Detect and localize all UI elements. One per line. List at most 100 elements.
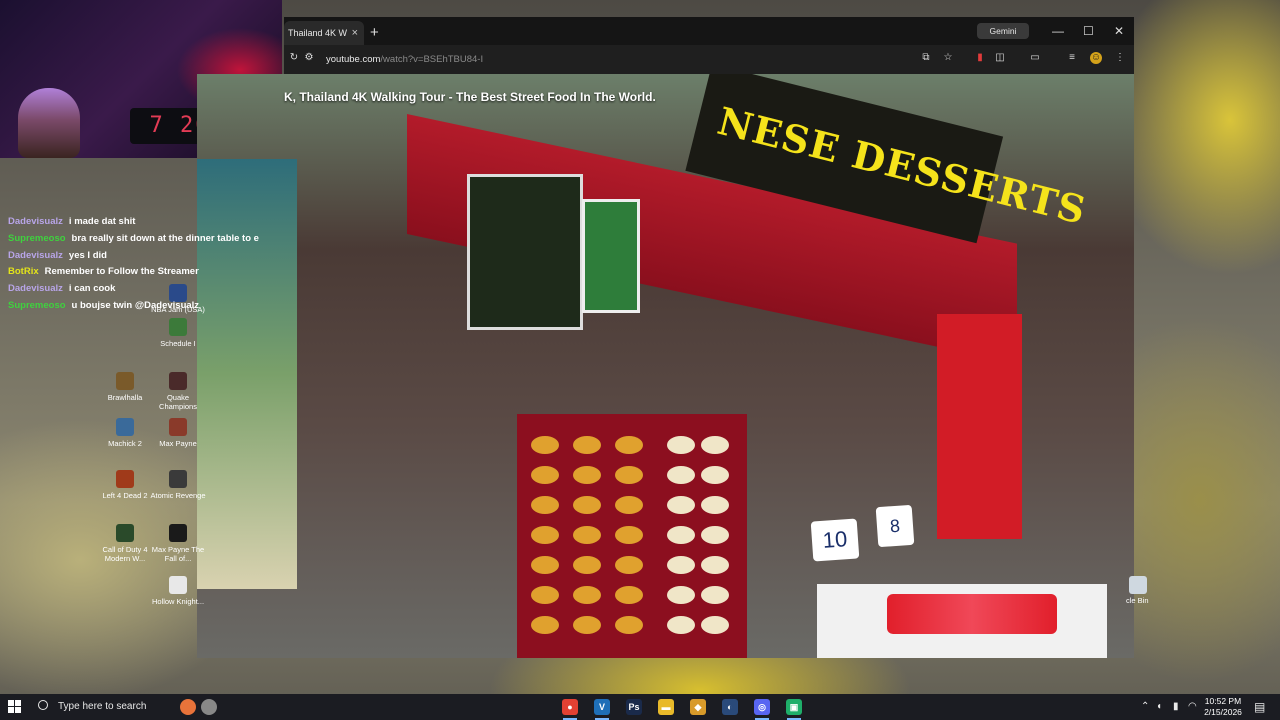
menu-food-photo — [701, 496, 729, 514]
chat-username[interactable]: Dadevisualz — [8, 283, 63, 294]
streamer-face — [18, 88, 80, 158]
desktop-icon[interactable]: Quake Champions — [150, 372, 206, 411]
desktop-app-icon — [169, 470, 187, 488]
chat-username[interactable]: Supremeoso — [8, 233, 66, 244]
chat-text: yes I did — [68, 249, 107, 261]
maximize-icon[interactable]: ☐ — [1083, 23, 1094, 39]
obs-taskbar-icon[interactable]: ▣ — [786, 699, 802, 715]
desktop-icon[interactable]: Max Payne The Fall of... — [150, 524, 206, 563]
bookmark-star-icon[interactable]: ☆ — [942, 52, 954, 64]
recycle-bin-label[interactable]: cle Bin — [1126, 596, 1149, 605]
notifications-icon[interactable]: ▤ — [1254, 701, 1265, 713]
url-domain: youtube.com — [326, 54, 381, 65]
desktop-icon[interactable]: Schedule I — [150, 318, 206, 348]
menu-food-photo — [667, 556, 695, 574]
sidepanel-icon[interactable]: ▭ — [1029, 52, 1041, 64]
chat-message: Dadevisualz i can cook — [8, 281, 298, 298]
new-tab-button[interactable]: + — [370, 21, 379, 45]
desktop-app-icon — [116, 372, 134, 390]
network-icon[interactable]: ◠ — [1188, 701, 1197, 713]
desktop-icon[interactable]: Hollow Knight... — [150, 576, 206, 606]
tab-bar: Thailand 4K W × + Gemini — ☐ ✕ — [284, 17, 1134, 45]
desktop-app-icon — [116, 418, 134, 436]
search-placeholder: Type here to search — [58, 701, 147, 712]
search-icon — [38, 700, 48, 710]
photoshop-taskbar-icon[interactable]: Ps — [626, 699, 642, 715]
desktop-icon[interactable]: Call of Duty 4 Modern W... — [97, 524, 153, 563]
tab-youtube[interactable]: Thailand 4K W × — [284, 21, 364, 45]
video-player[interactable]: NESE DESSERTS 10 8 K, Thailand 4K Walkin… — [197, 74, 1134, 658]
site-info-icon[interactable]: ⚙ — [304, 52, 314, 64]
tray-date: 2/15/2026 — [1204, 707, 1242, 717]
desktop-icon[interactable]: Max Payne — [150, 418, 206, 448]
taskbar-tool-icon[interactable] — [201, 699, 217, 715]
cortana-icon[interactable] — [180, 699, 196, 715]
tab-close-icon[interactable]: × — [352, 21, 358, 45]
media-icon[interactable]: ≡ — [1066, 52, 1078, 64]
desktop-icon[interactable] — [1110, 576, 1166, 597]
menu-food-photo — [615, 526, 643, 544]
menu-food-photo — [573, 526, 601, 544]
chrome-taskbar-icon[interactable]: ● — [562, 699, 578, 715]
discord-taskbar-icon[interactable]: ◎ — [754, 699, 770, 715]
url-text[interactable]: youtube.com/watch?v=BSEhTBU84-I — [326, 51, 483, 68]
menu-food-photo — [615, 556, 643, 574]
extension-icon[interactable]: ▮ — [974, 52, 986, 64]
files-taskbar-icon[interactable]: ▬ — [658, 699, 674, 715]
windows-start-icon[interactable] — [8, 700, 22, 714]
menu-food-photo — [615, 616, 643, 634]
gemini-button[interactable]: Gemini — [977, 23, 1029, 39]
menu-food-photo — [573, 466, 601, 484]
video-title: K, Thailand 4K Walking Tour - The Best S… — [284, 90, 656, 104]
desktop-icon-label: Schedule I — [160, 339, 196, 348]
menu-food-photo — [573, 616, 601, 634]
desktop-icon[interactable]: Brawlhalla — [97, 372, 153, 402]
chat-message: Dadevisualz i made dat shit — [8, 214, 298, 231]
menu-food-photo — [667, 436, 695, 454]
stream-chat: Dadevisualz i made dat shit Supremeoso bra … — [8, 214, 298, 315]
taskbar-search[interactable]: Type here to search — [38, 698, 146, 716]
steam-taskbar-icon[interactable]: ◐ — [722, 699, 738, 715]
close-window-icon[interactable]: ✕ — [1114, 23, 1124, 39]
chat-text: Remember to Follow the Streamer — [44, 266, 199, 278]
chat-username[interactable]: BotRix — [8, 266, 39, 277]
chat-text: bra really sit down at the dinner table … — [71, 232, 259, 244]
chat-username[interactable]: Supremeoso — [8, 300, 66, 311]
desktop-icon[interactable]: Atomic Revenge — [150, 470, 206, 500]
extensions-puzzle-icon[interactable]: ◫ — [994, 52, 1006, 64]
tray-clock[interactable]: 10:52 PM 2/15/2026 — [1200, 696, 1246, 718]
shield-taskbar-icon[interactable]: ◆ — [690, 699, 706, 715]
chat-username[interactable]: Dadevisualz — [8, 250, 63, 261]
menu-food-photo — [615, 466, 643, 484]
menu-kebab-icon[interactable]: ⋮ — [1114, 52, 1126, 64]
desktop-icon-label: Max Payne — [159, 439, 197, 448]
url-path: /watch?v=BSEhTBU84-I — [380, 54, 484, 65]
desktop-icon[interactable]: Machick 2 — [97, 418, 153, 448]
reload-icon[interactable]: ↻ — [288, 52, 300, 64]
menu-food-photo — [667, 616, 695, 634]
profile-avatar-icon[interactable]: ☺ — [1090, 52, 1102, 64]
menu-food-photo — [701, 556, 729, 574]
menu-food-photo — [701, 586, 729, 604]
menu-food-photo — [701, 616, 729, 634]
menu-food-photo — [573, 586, 601, 604]
video-red-poster — [937, 314, 1022, 539]
minimize-icon[interactable]: — — [1052, 23, 1064, 39]
tray-time: 10:52 PM — [1204, 696, 1242, 706]
video-menu-board — [467, 174, 583, 330]
vscode-taskbar-icon[interactable]: V — [594, 699, 610, 715]
menu-food-photo — [531, 556, 559, 574]
volume-icon[interactable]: ◖ — [1156, 701, 1162, 713]
chat-username[interactable]: Dadevisualz — [8, 216, 63, 227]
mic-icon[interactable]: ▮ — [1173, 701, 1179, 713]
address-bar[interactable]: ↻ ⚙ youtube.com/watch?v=BSEhTBU84-I ⧉ ☆ … — [284, 45, 1134, 74]
video-stall-menu — [517, 414, 747, 658]
video-number-card-2: 8 — [875, 504, 915, 548]
tray-chevron-icon[interactable]: ⌃ — [1141, 701, 1149, 713]
desktop-app-icon — [116, 524, 134, 542]
install-icon[interactable]: ⧉ — [920, 52, 932, 64]
video-qr-board — [582, 199, 640, 313]
desktop-app-icon — [169, 524, 187, 542]
desktop-icon[interactable]: Left 4 Dead 2 — [97, 470, 153, 500]
chat-text: i made dat shit — [68, 216, 136, 227]
